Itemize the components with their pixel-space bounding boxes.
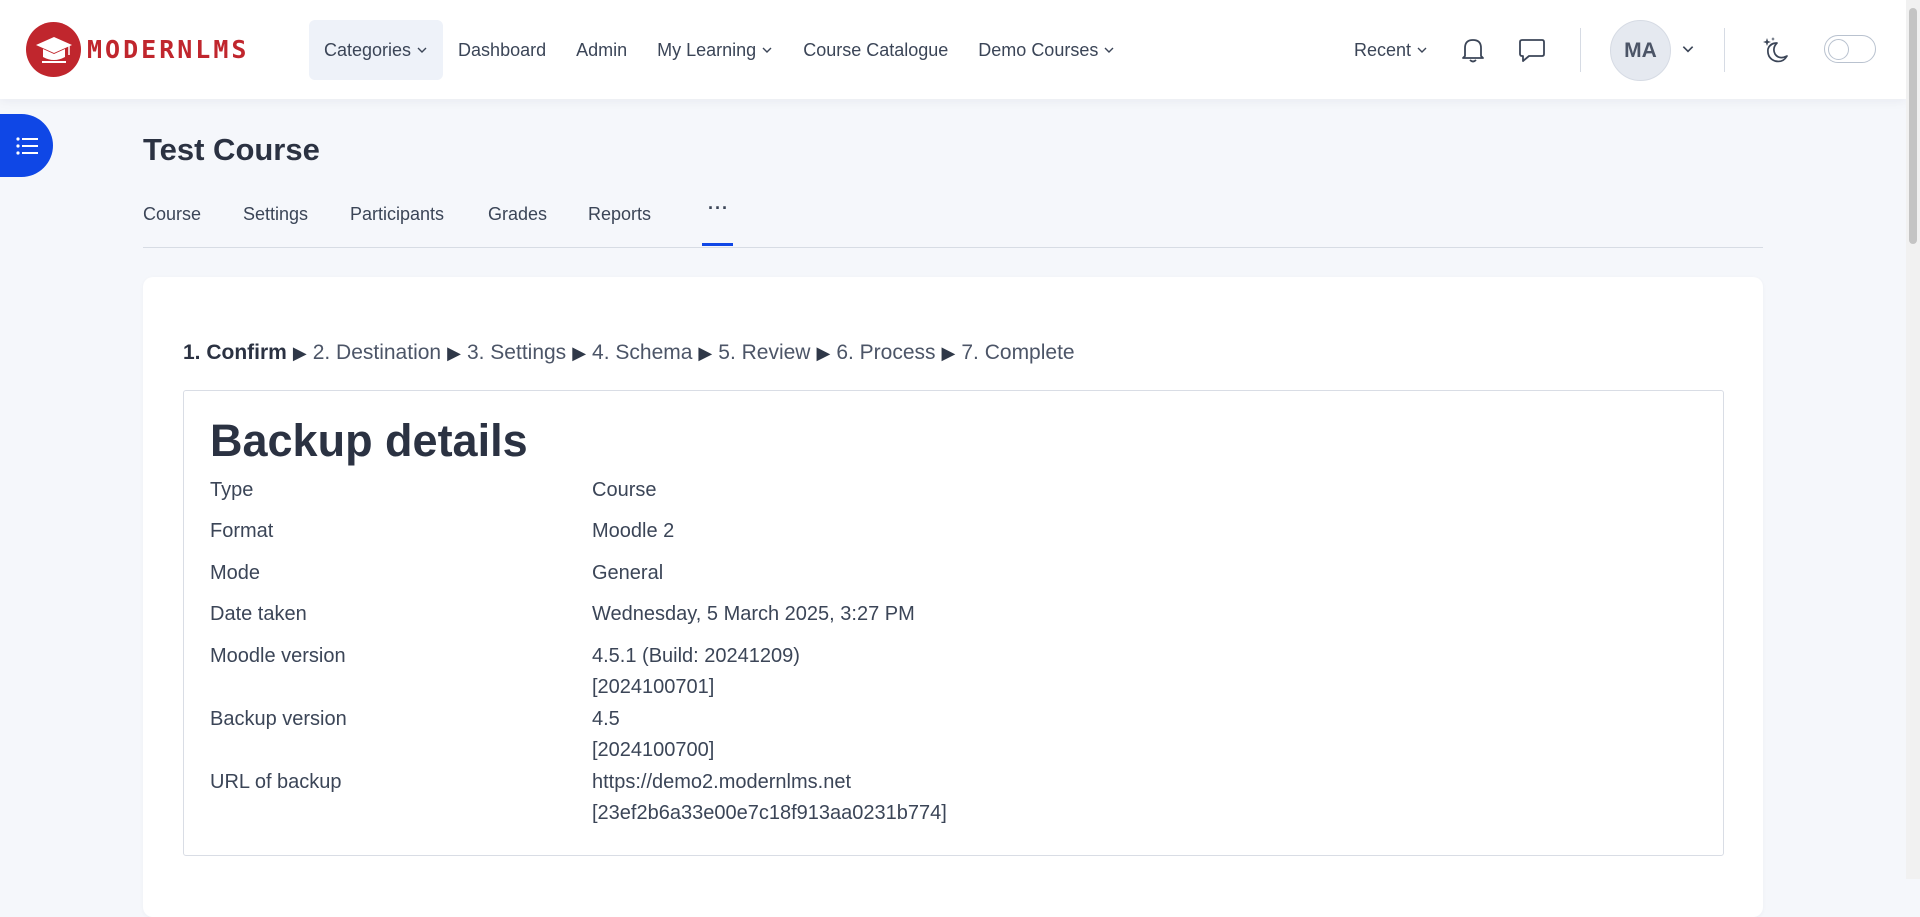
detail-value-secondary: [23ef2b6a33e00e7c18f913aa0231b774]: [592, 802, 947, 824]
step-separator: ▶: [292, 343, 307, 363]
detail-label: Backup version: [210, 708, 347, 730]
notifications-button[interactable]: [1453, 30, 1493, 70]
nav-item-course-catalogue[interactable]: Course Catalogue: [788, 20, 963, 80]
messages-button[interactable]: [1512, 30, 1552, 70]
nav-item-label: Demo Courses: [978, 39, 1099, 60]
step-process: 6. Process: [836, 341, 936, 364]
top-navbar: MODERNLMS Categories Dashboard Admin My …: [0, 0, 1906, 99]
detail-value: General: [592, 562, 664, 584]
toggle-knob: [1828, 38, 1849, 60]
graduation-cap-icon: [26, 22, 81, 77]
user-initials: MA: [1624, 38, 1657, 62]
brand-name: MODERNLMS: [87, 35, 250, 64]
recent-dropdown[interactable]: Recent: [1339, 20, 1443, 80]
course-index-drawer-button[interactable]: [0, 114, 53, 177]
main-content-card: 1. Confirm ▶ 2. Destination ▶ 3. Settings ▶ 4.…: [143, 277, 1763, 917]
step-confirm: 1. Confirm: [183, 341, 287, 364]
chevron-down-icon: [1104, 47, 1114, 53]
chevron-down-icon: [1682, 46, 1694, 53]
user-menu-toggle[interactable]: [1668, 29, 1708, 69]
detail-label: URL of backup: [210, 771, 342, 793]
navbar-divider: [1724, 28, 1725, 72]
tab-reports[interactable]: Reports: [588, 204, 651, 225]
nav-item-label: Dashboard: [458, 39, 547, 60]
detail-value: https://demo2.modernlms.net: [592, 771, 852, 793]
step-review: 5. Review: [718, 341, 811, 364]
detail-value-secondary: [2024100700]: [592, 739, 715, 761]
step-schema: 4. Schema: [592, 341, 693, 364]
detail-value: Moodle 2: [592, 520, 675, 542]
chevron-down-icon: [762, 47, 772, 53]
user-avatar[interactable]: MA: [1610, 20, 1671, 81]
nav-item-demo-courses[interactable]: Demo Courses: [963, 20, 1130, 80]
nav-item-categories[interactable]: Categories: [309, 20, 444, 80]
step-separator: ▶: [447, 343, 461, 363]
detail-label: Mode: [210, 562, 261, 584]
detail-label: Date taken: [210, 603, 307, 625]
step-separator: ▶: [941, 343, 956, 363]
detail-label: Format: [210, 520, 274, 542]
recent-label: Recent: [1354, 39, 1412, 60]
nav-item-label: Course Catalogue: [803, 39, 949, 60]
chevron-down-icon: [1417, 47, 1427, 53]
detail-label: Type: [210, 479, 254, 501]
nav-item-dashboard[interactable]: Dashboard: [443, 20, 561, 80]
step-separator: ▶: [698, 343, 713, 363]
tab-settings[interactable]: Settings: [243, 204, 308, 225]
detail-value: Course: [592, 479, 657, 501]
detail-value: 4.5: [592, 708, 620, 730]
nav-item-label: Admin: [576, 39, 628, 60]
step-destination: 2. Destination: [312, 341, 442, 364]
list-icon: [15, 136, 38, 155]
scrollbar-thumb[interactable]: [1909, 8, 1917, 244]
step-separator: ▶: [572, 343, 587, 363]
tab-participants[interactable]: Participants: [350, 204, 444, 225]
primary-navigation: Categories Dashboard Admin My Learning C…: [309, 20, 1130, 80]
tab-more[interactable]: ···: [708, 198, 729, 219]
moon-stars-icon: [1763, 37, 1788, 63]
nav-item-label: My Learning: [657, 39, 757, 60]
nav-item-admin[interactable]: Admin: [561, 20, 642, 80]
step-settings: 3. Settings: [466, 341, 567, 364]
tab-grades[interactable]: Grades: [488, 204, 547, 225]
detail-value-secondary: [2024100701]: [592, 676, 715, 698]
detail-value: Wednesday, 5 March 2025, 3:27 PM: [592, 603, 915, 625]
dark-mode-toggle[interactable]: [1824, 35, 1876, 63]
backup-details-title: Backup details: [210, 415, 528, 466]
chat-icon: [1519, 39, 1545, 62]
theme-mode-button[interactable]: [1756, 30, 1796, 70]
nav-item-my-learning[interactable]: My Learning: [642, 20, 788, 80]
brand-logo-link[interactable]: MODERNLMS: [26, 22, 249, 77]
page-title: Test Course: [143, 132, 320, 167]
backup-details-box: Backup details Type Course Format Moodle…: [183, 390, 1724, 856]
tab-course[interactable]: Course: [143, 204, 201, 225]
step-separator: ▶: [816, 343, 831, 363]
detail-value: 4.5.1 (Build: 20241209): [592, 645, 800, 667]
step-complete: 7. Complete: [961, 341, 1075, 364]
detail-label: Moodle version: [210, 645, 346, 667]
chevron-down-icon: [417, 47, 427, 53]
course-secondary-navigation: Course Settings Participants Grades Repo…: [143, 196, 1763, 248]
active-tab-indicator: [702, 243, 733, 246]
navbar-divider: [1580, 28, 1581, 72]
bell-icon: [1462, 39, 1484, 63]
nav-item-label: Categories: [324, 39, 412, 60]
restore-progress-steps: 1. Confirm ▶ 2. Destination ▶ 3. Settings ▶ 4.…: [183, 341, 1075, 365]
